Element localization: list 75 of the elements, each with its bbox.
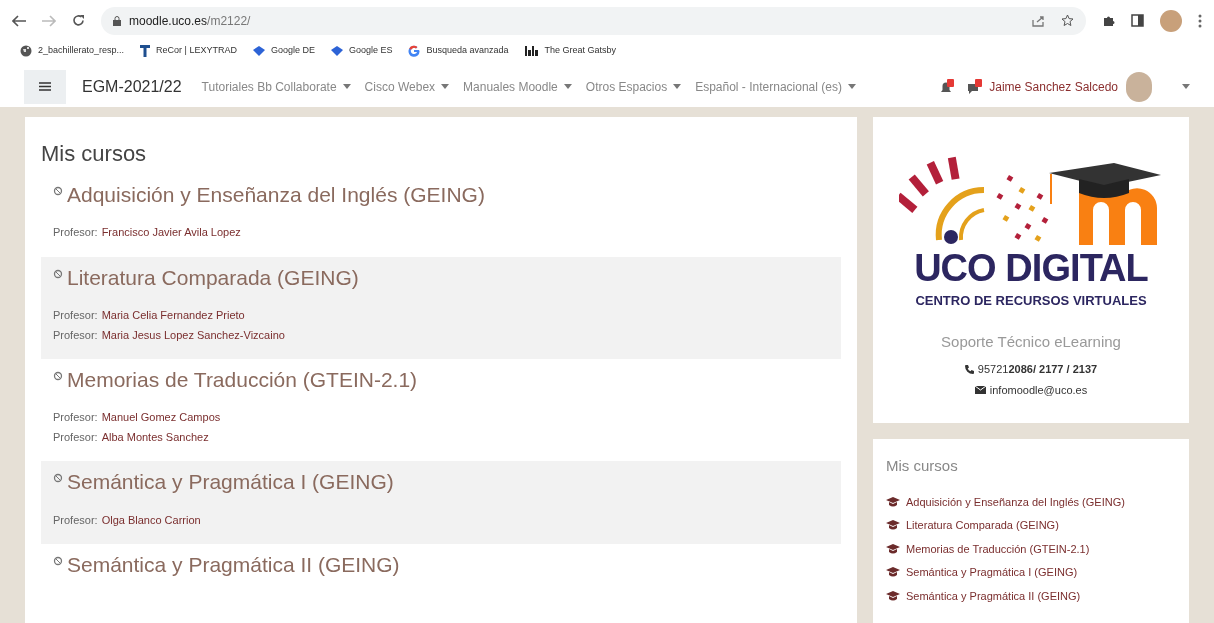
course-link[interactable]: Literatura Comparada (GEING) [886, 517, 1176, 534]
block-title: Mis cursos [886, 456, 959, 476]
diamond-icon [252, 46, 265, 56]
caret-icon [673, 84, 682, 89]
puzzle-piece-icon[interactable] [1102, 14, 1115, 27]
site-name[interactable]: EGM-2021/22 [82, 74, 182, 99]
chat-notification-icon[interactable] [967, 78, 984, 95]
teacher-name-link[interactable]: Francisco Javier Avila Lopez [101, 224, 241, 241]
bookmark-link[interactable]: The Great Gatsby [524, 44, 617, 58]
nav-menu-link[interactable]: Otros Espacios [585, 77, 682, 96]
bookmark-link[interactable]: Google ES [330, 44, 393, 58]
bb-logo-icon [524, 46, 539, 56]
caret-icon [1182, 84, 1190, 89]
logo-subtitle: CENTRO DE RECURSOS VIRTUALES [915, 292, 1147, 310]
course-link[interactable]: Semántica y Pragmática II (GEING) [886, 587, 1176, 604]
nav-menu-link[interactable]: Manuales Moodle [463, 77, 572, 96]
graduation-cap-icon [886, 590, 900, 601]
phone-icon [964, 364, 974, 374]
teacher-name-link[interactable]: Maria Jesus Lopez Sanchez-Vizcaino [101, 326, 285, 343]
bookmark-link[interactable]: Google DE [252, 44, 315, 58]
user-name[interactable]: Jaime Sanchez Salcedo [989, 77, 1118, 96]
teacher-label: Profesor: [53, 327, 98, 343]
caret-icon [441, 84, 450, 89]
graduation-cap-icon [886, 496, 900, 507]
teacher-name-link[interactable]: Maria Celia Fernandez Prieto [101, 307, 245, 324]
address-bar[interactable]: moodle.uco.es/m2122/ [101, 6, 1086, 35]
nav-menu-link[interactable]: Tutoriales Bb Collaborate [201, 77, 351, 96]
nav-menu-link[interactable]: Cisco Webex [364, 77, 450, 96]
teacher-label: Profesor: [53, 512, 98, 528]
caret-icon [342, 84, 351, 89]
graduation-cap-icon [886, 567, 900, 578]
envelope-icon [974, 385, 986, 394]
nav-menu-link[interactable]: Español - Internacional (es) [695, 77, 856, 96]
lock-icon [113, 15, 121, 26]
more-options-icon[interactable] [1198, 13, 1202, 28]
globe-icon [20, 45, 32, 57]
course-link[interactable]: Semántica y Pragmática I (GEING) [886, 564, 1176, 581]
back-arrow-icon[interactable] [12, 14, 26, 27]
bookmark-link[interactable]: Busqueda avanzada [408, 44, 509, 58]
graduation-cap-icon [886, 520, 900, 531]
star-icon[interactable] [1061, 14, 1074, 27]
teacher-label: Profesor: [53, 308, 98, 323]
course-title-link[interactable]: Adquisición y Enseñanza del Inglés (GEING) [67, 182, 485, 209]
teacher-name-link[interactable]: Alba Montes Sanchez [101, 428, 209, 446]
support-email: infomoodle@uco.es [989, 382, 1088, 398]
course-title-link[interactable]: Semántica y Pragmática II (GEING) [67, 552, 400, 579]
diamond-icon [330, 46, 343, 56]
caret-icon [847, 84, 856, 89]
bell-notification-icon[interactable] [939, 78, 956, 95]
course-title-link[interactable]: Semántica y Pragmática I (GEING) [67, 469, 394, 496]
logo-title: UCO DIGITAL [914, 249, 1148, 287]
support-heading: Soporte Técnico eLearning [941, 331, 1121, 352]
caret-icon [563, 84, 572, 89]
side-panel-icon[interactable] [1131, 14, 1144, 27]
bookmark-link[interactable]: ReCor | LEXYTRAD [140, 44, 237, 58]
teacher-label: Profesor: [53, 225, 98, 241]
course-link[interactable]: Memorias de Traducción (GTEIN-2.1) [886, 540, 1176, 557]
url-text: moodle.uco.es/m2122/ [129, 12, 251, 30]
menu-icon [39, 82, 51, 91]
section-title: Mis cursos [41, 140, 148, 168]
letter-t-logo-icon [140, 45, 151, 57]
menu-button[interactable] [24, 69, 66, 104]
google-g-icon [408, 45, 421, 57]
course-title-link[interactable]: Memorias de Traducción (GTEIN-2.1) [67, 367, 418, 394]
course-link[interactable]: Adquisición y Enseñanza del Inglés (GEING) [886, 493, 1176, 510]
course-title-link[interactable]: Literatura Comparada (GEING) [67, 264, 359, 291]
teacher-label: Profesor: [53, 410, 98, 426]
phone-numbers: 957212086/ 2177 / 2137 [977, 362, 1098, 377]
teacher-name-link[interactable]: Olga Blanco Carrion [101, 511, 201, 528]
teacher-label: Profesor: [53, 429, 98, 445]
share-icon[interactable] [1032, 14, 1045, 27]
teacher-name-link[interactable]: Manuel Gomez Campos [101, 409, 221, 426]
graduation-cap-icon [886, 543, 900, 554]
reload-icon[interactable] [72, 14, 85, 27]
bookmark-link[interactable]: 2_bachillerato_resp... [20, 44, 125, 58]
